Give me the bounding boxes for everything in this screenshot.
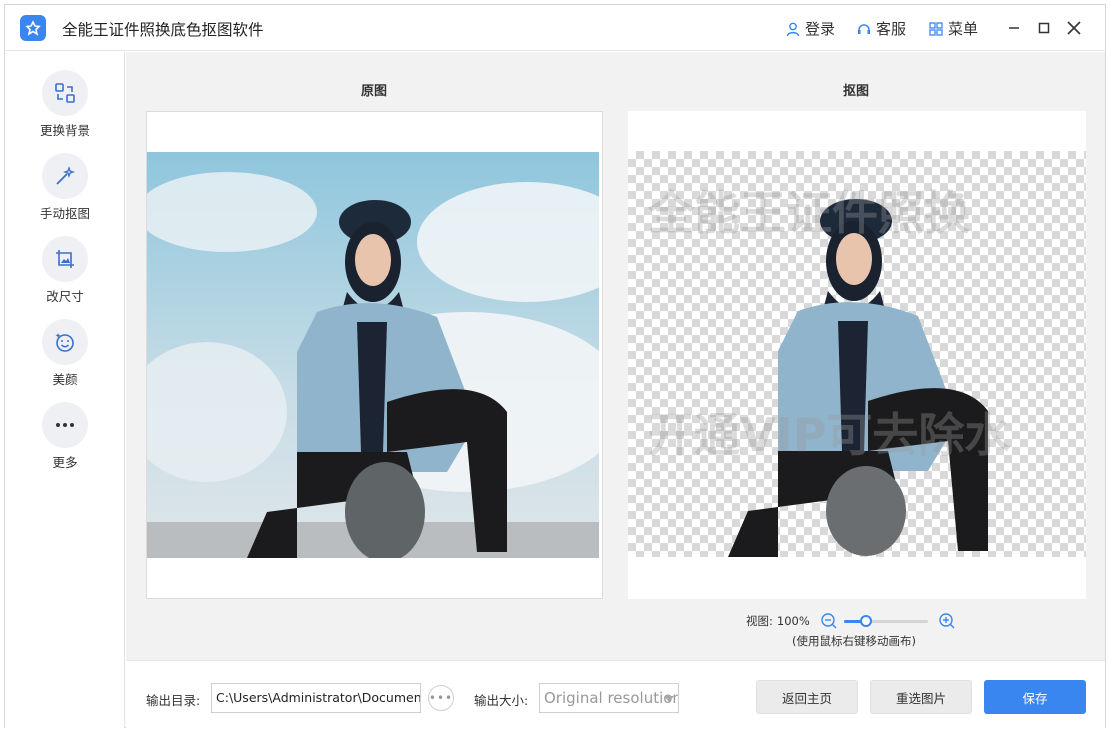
sidebar-item-label: 手动抠图 — [39, 206, 90, 221]
menu-label: 菜单 — [948, 20, 979, 38]
sidebar-item-label: 美颜 — [52, 372, 78, 387]
minimize-button[interactable] — [1003, 17, 1025, 39]
crop-image-icon — [42, 236, 88, 282]
app-logo-icon — [20, 15, 46, 41]
magic-wand-icon — [42, 153, 88, 199]
zoom-label: 视图: — [746, 614, 773, 628]
user-icon — [786, 22, 800, 36]
zoom-out-icon[interactable] — [820, 612, 838, 630]
zoom-value: 100% — [776, 614, 810, 628]
maximize-button[interactable] — [1033, 17, 1055, 39]
sidebar-item-beauty[interactable]: 美颜 — [5, 319, 125, 393]
maximize-icon — [1038, 22, 1050, 34]
service-label: 客服 — [876, 20, 907, 38]
sidebar-item-label: 改尺寸 — [46, 289, 84, 304]
menu-button[interactable]: 菜单 — [928, 18, 978, 39]
original-photo — [147, 152, 599, 558]
sidebar-item-manual-cutout[interactable]: 手动抠图 — [5, 153, 125, 227]
cutout-photo: 全能王证件照换 开通VIP可去除水 — [647, 186, 1011, 557]
grid-menu-icon — [929, 21, 943, 36]
workspace: 原图 抠图 全能王证件照换 开通VIP可去除水 视图: 100% (使用鼠标右键… — [126, 52, 1105, 660]
reselect-image-button[interactable]: 重选图片 — [870, 680, 972, 714]
beauty-face-icon — [42, 319, 88, 365]
sidebar-item-resize[interactable]: 改尺寸 — [5, 236, 125, 310]
headset-icon — [858, 23, 870, 34]
original-image-panel[interactable] — [146, 111, 603, 599]
close-button[interactable] — [1063, 17, 1085, 39]
login-button[interactable]: 登录 — [785, 18, 835, 39]
output-size-value: Original resolution — [544, 689, 679, 707]
minimize-icon — [1009, 27, 1019, 29]
dropdown-arrow-icon — [664, 696, 674, 702]
zoom-in-icon[interactable] — [938, 612, 956, 630]
sidebar-item-label: 更换背景 — [39, 123, 90, 138]
watermark-line-1: 全能王证件照换 — [647, 186, 970, 240]
swap-background-icon — [42, 70, 88, 116]
sidebar-item-change-background[interactable]: 更换背景 — [5, 70, 125, 144]
zoom-hint: (使用鼠标右键移动画布) — [792, 634, 916, 648]
cutout-title: 抠图 — [843, 84, 870, 99]
ellipsis-icon: ••• — [428, 691, 454, 705]
app-window: 全能王证件照换底色抠图软件 登录 客服 菜单 更换背景 手动抠图 改尺寸 美颜 … — [4, 4, 1106, 728]
browse-folder-button[interactable]: ••• — [428, 685, 454, 711]
sidebar: 更换背景 手动抠图 改尺寸 美颜 更多 — [5, 52, 125, 728]
output-size-select[interactable]: Original resolution — [539, 683, 679, 713]
output-dir-field[interactable]: C:\Users\Administrator\Documents\ — [211, 683, 421, 713]
app-title: 全能王证件照换底色抠图软件 — [62, 21, 264, 39]
bottom-bar: 输出目录: C:\Users\Administrator\Documents\ … — [126, 660, 1105, 728]
original-title: 原图 — [361, 84, 388, 99]
title-bar: 全能王证件照换底色抠图软件 登录 客服 菜单 — [5, 5, 1105, 51]
customer-service-button[interactable]: 客服 — [856, 18, 906, 39]
sidebar-item-label: 更多 — [52, 455, 78, 470]
output-size-label: 输出大小: — [474, 693, 529, 708]
back-home-button[interactable]: 返回主页 — [756, 680, 858, 714]
watermark-line-2: 开通VIP可去除水 — [648, 408, 1011, 462]
sidebar-item-more[interactable]: 更多 — [5, 402, 125, 476]
close-icon — [1067, 21, 1081, 35]
save-button[interactable]: 保存 — [984, 680, 1086, 714]
zoom-controls: 视图: 100% — [746, 612, 956, 630]
zoom-slider[interactable] — [843, 615, 928, 627]
cutout-image-panel[interactable]: 全能王证件照换 开通VIP可去除水 — [628, 111, 1086, 599]
more-dots-icon — [42, 402, 88, 448]
output-dir-label: 输出目录: — [146, 693, 201, 708]
login-label: 登录 — [805, 20, 836, 38]
zoom-slider-handle[interactable] — [860, 615, 873, 627]
